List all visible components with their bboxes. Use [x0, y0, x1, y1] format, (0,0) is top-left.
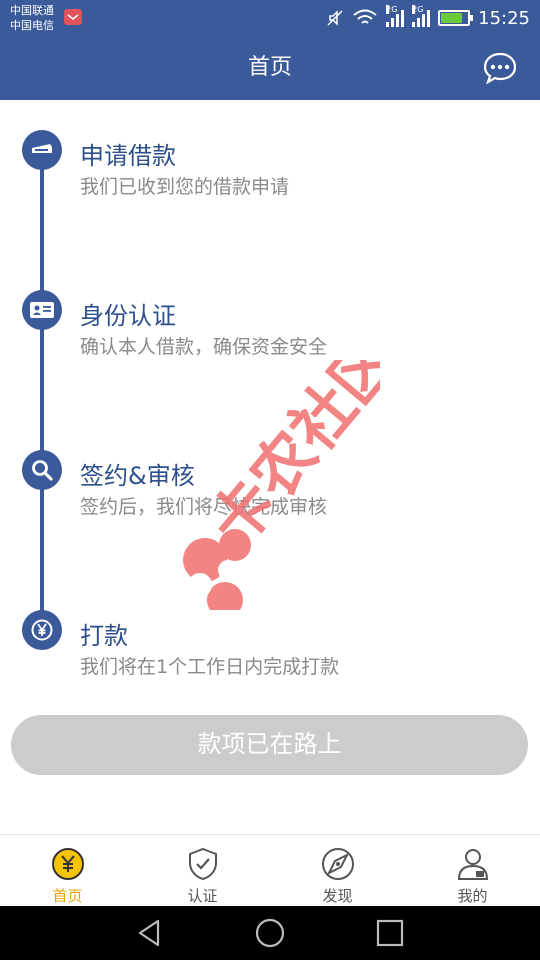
step-desc: 我们已收到您的借款申请 — [80, 176, 290, 198]
watermark-logo: 卡农社区 — [183, 360, 380, 610]
step-title: 身份认证 — [80, 302, 176, 330]
chat-button[interactable] — [482, 50, 518, 86]
chat-bubble-icon — [483, 52, 517, 85]
carrier-1: 中国联通 — [10, 4, 54, 17]
tab-home[interactable]: 首页 — [0, 835, 135, 906]
network-type-2: 2G — [412, 5, 424, 14]
loan-application-icon — [22, 130, 62, 170]
home-circle-icon[interactable] — [254, 917, 286, 949]
bottom-tab-bar: 首页 认证 发现 我的 — [0, 834, 540, 906]
tab-verify[interactable]: 认证 — [135, 835, 270, 906]
step-title: 申请借款 — [80, 142, 176, 170]
payment-status-button[interactable]: 款项已在路上 — [11, 715, 528, 775]
tab-label: 发现 — [322, 887, 353, 905]
user-profile-icon — [457, 849, 488, 880]
step-title: 签约&审核 — [80, 462, 195, 490]
message-notification-icon — [64, 9, 82, 25]
shield-check-icon — [188, 847, 217, 881]
system-navigation-bar — [0, 906, 540, 960]
clock: 15:25 — [478, 7, 530, 29]
tab-label: 认证 — [187, 887, 218, 905]
step-desc: 我们将在1个工作日内完成打款 — [80, 656, 340, 678]
recents-square-icon[interactable] — [374, 917, 406, 949]
yen-coin-icon — [22, 610, 62, 650]
step-desc: 确认本人借款，确保资金安全 — [80, 336, 328, 358]
battery-fill — [441, 13, 462, 23]
step-identity: 身份认证 确认本人借款，确保资金安全 — [0, 260, 540, 358]
page-title: 首页 — [247, 55, 292, 80]
app-header: 首页 — [0, 36, 540, 100]
battery-icon — [438, 10, 474, 26]
wifi-icon — [353, 9, 377, 24]
tab-label: 我的 — [457, 887, 488, 905]
watermark-text: 卡农社区 — [196, 360, 380, 560]
signal-icon-2: 2G — [412, 5, 431, 27]
status-indicators: 2G 2G 15:25 — [326, 0, 530, 36]
tab-profile[interactable]: 我的 — [405, 835, 540, 906]
tab-discover[interactable]: 发现 — [270, 835, 405, 906]
network-type-1: 2G — [386, 5, 398, 14]
carrier-2: 中国电信 — [10, 19, 54, 32]
search-icon — [22, 450, 62, 490]
back-triangle-icon[interactable] — [134, 917, 166, 949]
step-apply-loan: 申请借款 我们已收到您的借款申请 — [0, 100, 540, 198]
compass-icon — [321, 848, 354, 880]
id-card-icon — [22, 290, 62, 330]
carrier-info: 中国联通 中国电信 — [10, 3, 54, 33]
mute-icon — [327, 10, 343, 26]
home-yen-icon — [51, 848, 84, 880]
signal-icon-1: 2G — [386, 5, 405, 27]
status-bar: 中国联通 中国电信 2G 2G 15:25 — [0, 0, 540, 36]
tab-label: 首页 — [52, 887, 83, 905]
timeline-line — [40, 152, 44, 626]
step-title: 打款 — [80, 622, 128, 650]
